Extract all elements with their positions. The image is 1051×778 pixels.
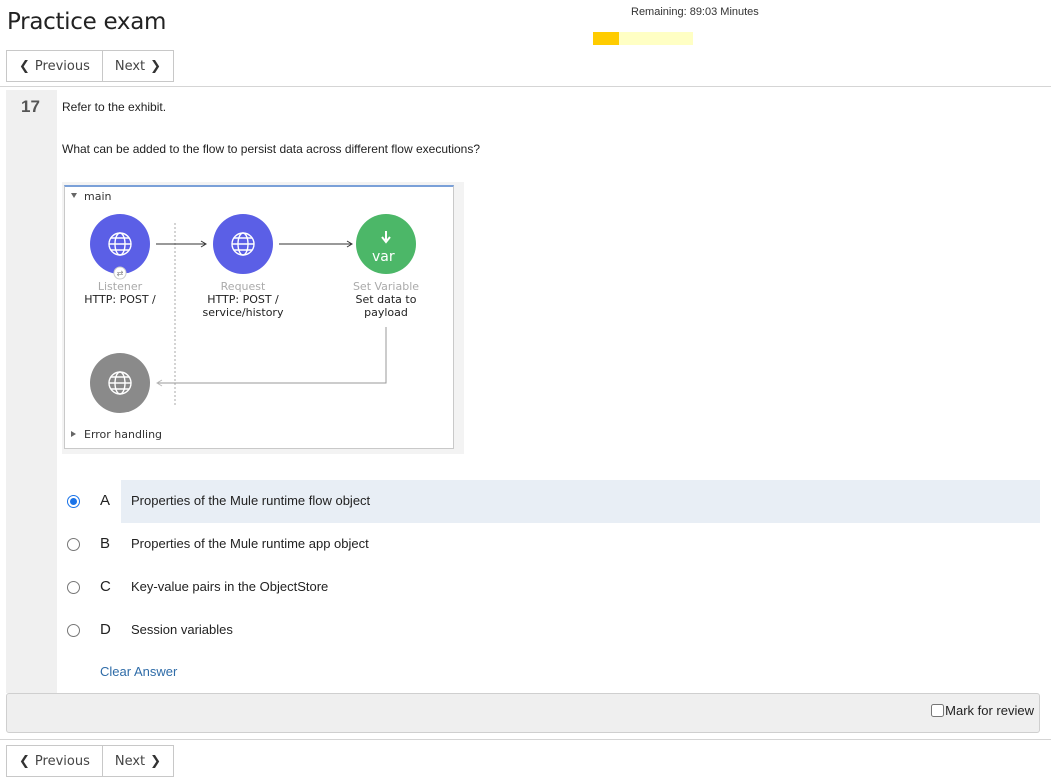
chevron-right-icon: ❯ bbox=[150, 58, 162, 74]
divider bbox=[0, 739, 1051, 740]
question-number: 17 bbox=[21, 97, 40, 116]
exam-page: Practice exam Remaining: 89:03 Minutes ❮… bbox=[0, 0, 1051, 778]
bottom-nav: ❮ Previous Next ❯ bbox=[6, 745, 175, 777]
top-nav: ❮ Previous Next ❯ bbox=[6, 50, 175, 82]
review-bar: Mark for review bbox=[6, 693, 1040, 733]
chevron-left-icon: ❮ bbox=[19, 753, 30, 769]
flow-name: main bbox=[84, 190, 112, 203]
option-d[interactable]: D Session variables bbox=[57, 609, 1040, 652]
svg-text:⇄: ⇄ bbox=[117, 269, 124, 278]
next-label: Next bbox=[114, 58, 146, 74]
option-a-text[interactable]: Properties of the Mule runtime flow obje… bbox=[131, 493, 370, 508]
option-c-text[interactable]: Key-value pairs in the ObjectStore bbox=[131, 579, 328, 594]
option-c-radio[interactable] bbox=[67, 581, 80, 594]
previous-label: Previous bbox=[34, 753, 90, 769]
option-b-radio[interactable] bbox=[67, 538, 80, 551]
previous-button[interactable]: ❮ Previous bbox=[6, 745, 103, 777]
chevron-right-icon: ❯ bbox=[150, 753, 162, 769]
previous-button[interactable]: ❮ Previous bbox=[6, 50, 103, 82]
question-prompt: What can be added to the flow to persist… bbox=[62, 142, 481, 156]
listener-caption: Listener HTTP: POST / bbox=[84, 280, 156, 306]
time-progress-fill bbox=[593, 32, 619, 45]
var-icon: var bbox=[372, 249, 395, 265]
expand-triangle-icon bbox=[71, 193, 77, 198]
option-b-text[interactable]: Properties of the Mule runtime app objec… bbox=[131, 536, 369, 551]
set-variable-node bbox=[356, 214, 416, 274]
option-b-letter: B bbox=[100, 535, 111, 552]
flow-diagram: ⇄ main Error handling var Listener HTTP:… bbox=[64, 185, 454, 449]
option-c-letter: C bbox=[100, 578, 111, 595]
mark-for-review-checkbox[interactable] bbox=[931, 704, 945, 717]
option-a-letter: A bbox=[100, 492, 111, 509]
page-title: Practice exam bbox=[7, 9, 167, 35]
divider bbox=[0, 86, 1051, 87]
option-b[interactable]: B Properties of the Mule runtime app obj… bbox=[57, 523, 1040, 566]
request-caption: Request HTTP: POST / service/history bbox=[202, 280, 284, 319]
question-intro: Refer to the exhibit. bbox=[62, 100, 167, 114]
clear-answer-link[interactable]: Clear Answer bbox=[100, 664, 177, 679]
chevron-left-icon: ❮ bbox=[19, 58, 30, 74]
question-body: Refer to the exhibit. What can be added … bbox=[57, 90, 1040, 693]
mark-for-review[interactable]: Mark for review bbox=[931, 703, 1034, 718]
next-label: Next bbox=[114, 753, 146, 769]
exhibit-image: ⇄ main Error handling var Listener HTTP:… bbox=[62, 182, 464, 454]
time-progress-bar bbox=[593, 32, 693, 45]
timer-text: Remaining: 89:03 Minutes bbox=[631, 6, 759, 18]
next-button[interactable]: Next ❯ bbox=[102, 50, 175, 82]
set-variable-caption: Set Variable Set data to payload bbox=[352, 280, 420, 319]
previous-label: Previous bbox=[34, 58, 90, 74]
option-d-text[interactable]: Session variables bbox=[131, 622, 233, 637]
option-d-radio[interactable] bbox=[67, 624, 80, 637]
next-button[interactable]: Next ❯ bbox=[102, 745, 175, 777]
option-c[interactable]: C Key-value pairs in the ObjectStore bbox=[57, 566, 1040, 609]
answer-options: A Properties of the Mule runtime flow ob… bbox=[57, 480, 1040, 652]
response-path bbox=[157, 327, 387, 384]
option-a-radio[interactable] bbox=[67, 495, 80, 508]
option-d-letter: D bbox=[100, 621, 111, 638]
error-handling-label: Error handling bbox=[84, 428, 163, 441]
mark-for-review-label: Mark for review bbox=[945, 703, 1034, 718]
collapse-triangle-icon bbox=[71, 431, 76, 437]
question-area: 17 Refer to the exhibit. What can be add… bbox=[6, 90, 1040, 693]
option-a[interactable]: A Properties of the Mule runtime flow ob… bbox=[57, 480, 1040, 523]
